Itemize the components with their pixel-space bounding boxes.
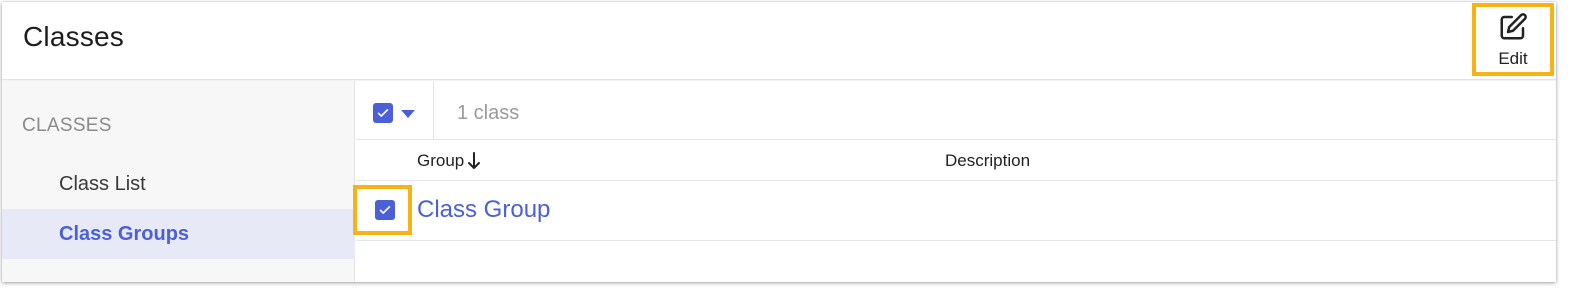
bulk-select-control [356, 81, 434, 140]
table-header: Group Description [356, 141, 1556, 181]
sidebar-section-title: CLASSES [22, 115, 112, 136]
main-content: 1 class Group Description Class Group [353, 81, 1556, 282]
check-icon [379, 206, 391, 214]
row-checkbox-highlight [353, 185, 412, 235]
select-all-checkbox[interactable] [373, 103, 393, 123]
sidebar-item-class-list[interactable]: Class List [2, 159, 355, 209]
item-count: 1 class [457, 102, 520, 124]
sidebar-item-label: Class Groups [59, 222, 190, 245]
row-checkbox[interactable] [375, 200, 395, 220]
list-toolbar: 1 class [356, 81, 1556, 140]
app-window: Classes Edit CLASSES Class List Class Gr… [2, 2, 1556, 282]
sidebar-item-class-groups[interactable]: Class Groups [2, 209, 355, 259]
sidebar: CLASSES Class List Class Groups [2, 81, 355, 282]
page-header: Classes Edit [2, 2, 1556, 80]
page-title: Classes [23, 21, 124, 52]
chevron-down-icon[interactable] [401, 110, 415, 118]
column-header-group[interactable]: Group [417, 151, 481, 171]
check-icon [377, 109, 389, 117]
class-group-link[interactable]: Class Group [417, 196, 550, 224]
sidebar-item-label: Class List [59, 172, 146, 195]
arrow-down-icon [468, 152, 481, 169]
edit-button[interactable]: Edit [1472, 3, 1554, 76]
table-row: Class Group [353, 182, 1556, 241]
edit-label: Edit [1498, 49, 1528, 68]
pencil-square-icon [1498, 10, 1528, 47]
column-header-description[interactable]: Description [945, 151, 1030, 171]
